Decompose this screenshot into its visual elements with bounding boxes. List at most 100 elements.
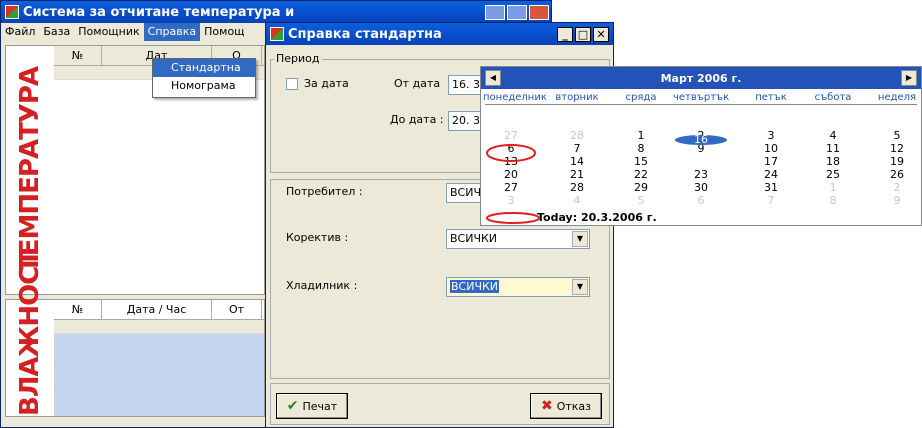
col-number[interactable]: № xyxy=(54,46,102,65)
ot-data-label: От дата xyxy=(394,77,441,90)
hladilnik-label: Хладилник : xyxy=(286,279,358,292)
calendar-day[interactable]: 26 xyxy=(882,168,912,181)
maximize-button[interactable] xyxy=(507,5,527,20)
dialog-close-button[interactable]: ✕ xyxy=(593,26,609,42)
calendar-day[interactable]: 23 xyxy=(686,168,716,181)
main-title: Система за отчитане температура и xyxy=(23,4,295,20)
red-today-underline-annotation xyxy=(486,212,540,224)
calendar-day[interactable]: 12 xyxy=(882,142,912,155)
calendar-day[interactable]: 10 xyxy=(756,142,786,155)
prev-month-arrow-icon[interactable]: ◀ xyxy=(485,70,501,86)
calendar-day[interactable]: 1 xyxy=(626,129,656,142)
calendar-day[interactable]: 29 xyxy=(626,181,656,194)
dialog-titlebar[interactable]: Справка стандартна _ □ ✕ xyxy=(266,23,613,45)
za-data-label: За дата xyxy=(304,77,349,90)
weekday-divider xyxy=(485,104,917,105)
calendar-day[interactable]: 21 xyxy=(562,168,592,181)
cancel-button[interactable]: ✖ Отказ xyxy=(530,393,602,419)
menu-help[interactable]: Помощ xyxy=(200,23,248,41)
calendar-day[interactable]: 19 xyxy=(882,155,912,168)
print-label: Печат xyxy=(302,399,338,413)
humidity-table[interactable]: № Дата / Час От xyxy=(54,300,264,416)
menu-report[interactable]: Справка xyxy=(143,23,201,41)
next-month-arrow-icon[interactable]: ▶ xyxy=(901,70,917,86)
calendar-day[interactable]: 15 xyxy=(626,155,656,168)
calendar-day[interactable]: 8 xyxy=(626,142,656,155)
col-date-time[interactable]: Дата / Час xyxy=(102,300,212,319)
menu-item-nomogram[interactable]: Номограма xyxy=(153,77,255,95)
menu-file[interactable]: Файл xyxy=(1,23,39,41)
calendar-day[interactable]: 27 xyxy=(496,129,526,142)
close-button[interactable] xyxy=(529,5,549,20)
humidity-table-header: № Дата / Час От xyxy=(54,300,264,320)
checkmark-icon: ✔ xyxy=(286,398,299,414)
humidity-label: ВЛАЖНОСТ xyxy=(6,250,54,416)
calendar-day[interactable]: 5 xyxy=(882,129,912,142)
calendar-day[interactable]: 6 xyxy=(686,194,716,207)
weekday-0: понеделник xyxy=(483,92,547,103)
weekday-3: четвъртък xyxy=(673,92,730,103)
table-row[interactable] xyxy=(54,320,264,334)
calendar-day[interactable]: 30 xyxy=(686,181,716,194)
menu-base[interactable]: База xyxy=(39,23,74,41)
calendar-day[interactable]: 8 xyxy=(818,194,848,207)
report-dropdown-menu: Стандартна Номограма xyxy=(152,58,256,98)
weekday-5: събота xyxy=(814,92,852,103)
chevron-down-icon[interactable]: ▼ xyxy=(572,279,588,295)
calendar-day[interactable]: 3 xyxy=(756,129,786,142)
humidity-panel: ВЛАЖНОСТ № Дата / Час От xyxy=(5,250,265,417)
period-label: Период xyxy=(274,52,322,65)
app-icon xyxy=(5,5,19,19)
korektiv-label: Коректив : xyxy=(286,231,349,244)
potrebitel-label: Потребител : xyxy=(286,185,363,198)
calendar-day[interactable]: 6 xyxy=(496,142,526,155)
za-data-checkbox[interactable] xyxy=(286,77,298,90)
calendar-day[interactable]: 4 xyxy=(818,129,848,142)
calendar-day[interactable]: 28 xyxy=(562,129,592,142)
hladilnik-select[interactable]: ВСИЧКИ ▼ xyxy=(446,277,590,297)
dialog-title: Справка стандартна xyxy=(288,26,442,42)
calendar-day[interactable]: 22 xyxy=(626,168,656,181)
dialog-minimize-button[interactable]: _ xyxy=(557,26,573,42)
print-button[interactable]: ✔ Печат xyxy=(276,393,348,419)
calendar-day[interactable]: 18 xyxy=(818,155,848,168)
menu-helper[interactable]: Помощник xyxy=(74,23,143,41)
dialog-maximize-button[interactable]: □ xyxy=(575,26,591,42)
main-window-controls xyxy=(471,5,549,20)
calendar-day[interactable]: 20 xyxy=(496,168,526,181)
calendar-day[interactable]: 1 xyxy=(818,181,848,194)
main-titlebar[interactable]: Система за отчитане температура и xyxy=(1,1,551,23)
calendar-day[interactable]: 7 xyxy=(562,142,592,155)
calendar-day[interactable]: 17 xyxy=(756,155,786,168)
calendar-day[interactable]: 11 xyxy=(818,142,848,155)
calendar-day[interactable]: 25 xyxy=(818,168,848,181)
weekday-6: неделя xyxy=(877,92,917,103)
col-number[interactable]: № xyxy=(54,300,102,319)
calendar-day[interactable]: 24 xyxy=(756,168,786,181)
calendar-header: ◀ Март 2006 г. ▶ xyxy=(481,67,921,89)
korektiv-value: ВСИЧКИ xyxy=(450,232,498,245)
today-label[interactable]: Today: 20.3.2006 г. xyxy=(537,211,657,224)
weekday-4: петък xyxy=(755,92,787,103)
korektiv-select[interactable]: ВСИЧКИ ▼ xyxy=(446,229,590,249)
calendar-day[interactable]: 27 xyxy=(496,181,526,194)
calendar-day[interactable]: 5 xyxy=(626,194,656,207)
calendar-day[interactable]: 9 xyxy=(882,194,912,207)
calendar-day[interactable]: 4 xyxy=(562,194,592,207)
chevron-down-icon[interactable]: ▼ xyxy=(572,231,588,247)
calendar-day[interactable]: 7 xyxy=(756,194,786,207)
date-picker-calendar: ◀ Март 2006 г. ▶ понеделник вторник сряда ч… xyxy=(480,66,922,226)
calendar-day[interactable]: 16 xyxy=(686,133,716,146)
calendar-day[interactable]: 28 xyxy=(562,181,592,194)
menu-item-standard[interactable]: Стандартна xyxy=(153,59,255,77)
col-from[interactable]: От xyxy=(212,300,262,319)
calendar-day[interactable]: 14 xyxy=(562,155,592,168)
calendar-day[interactable]: 2 xyxy=(882,181,912,194)
za-data-checkbox-row[interactable]: За дата xyxy=(286,77,349,90)
minimize-button[interactable] xyxy=(485,5,505,20)
calendar-day[interactable]: 3 xyxy=(496,194,526,207)
dialog-icon xyxy=(270,27,284,41)
cross-icon: ✖ xyxy=(540,398,553,414)
calendar-day[interactable]: 13 xyxy=(496,155,526,168)
calendar-day[interactable]: 31 xyxy=(756,181,786,194)
